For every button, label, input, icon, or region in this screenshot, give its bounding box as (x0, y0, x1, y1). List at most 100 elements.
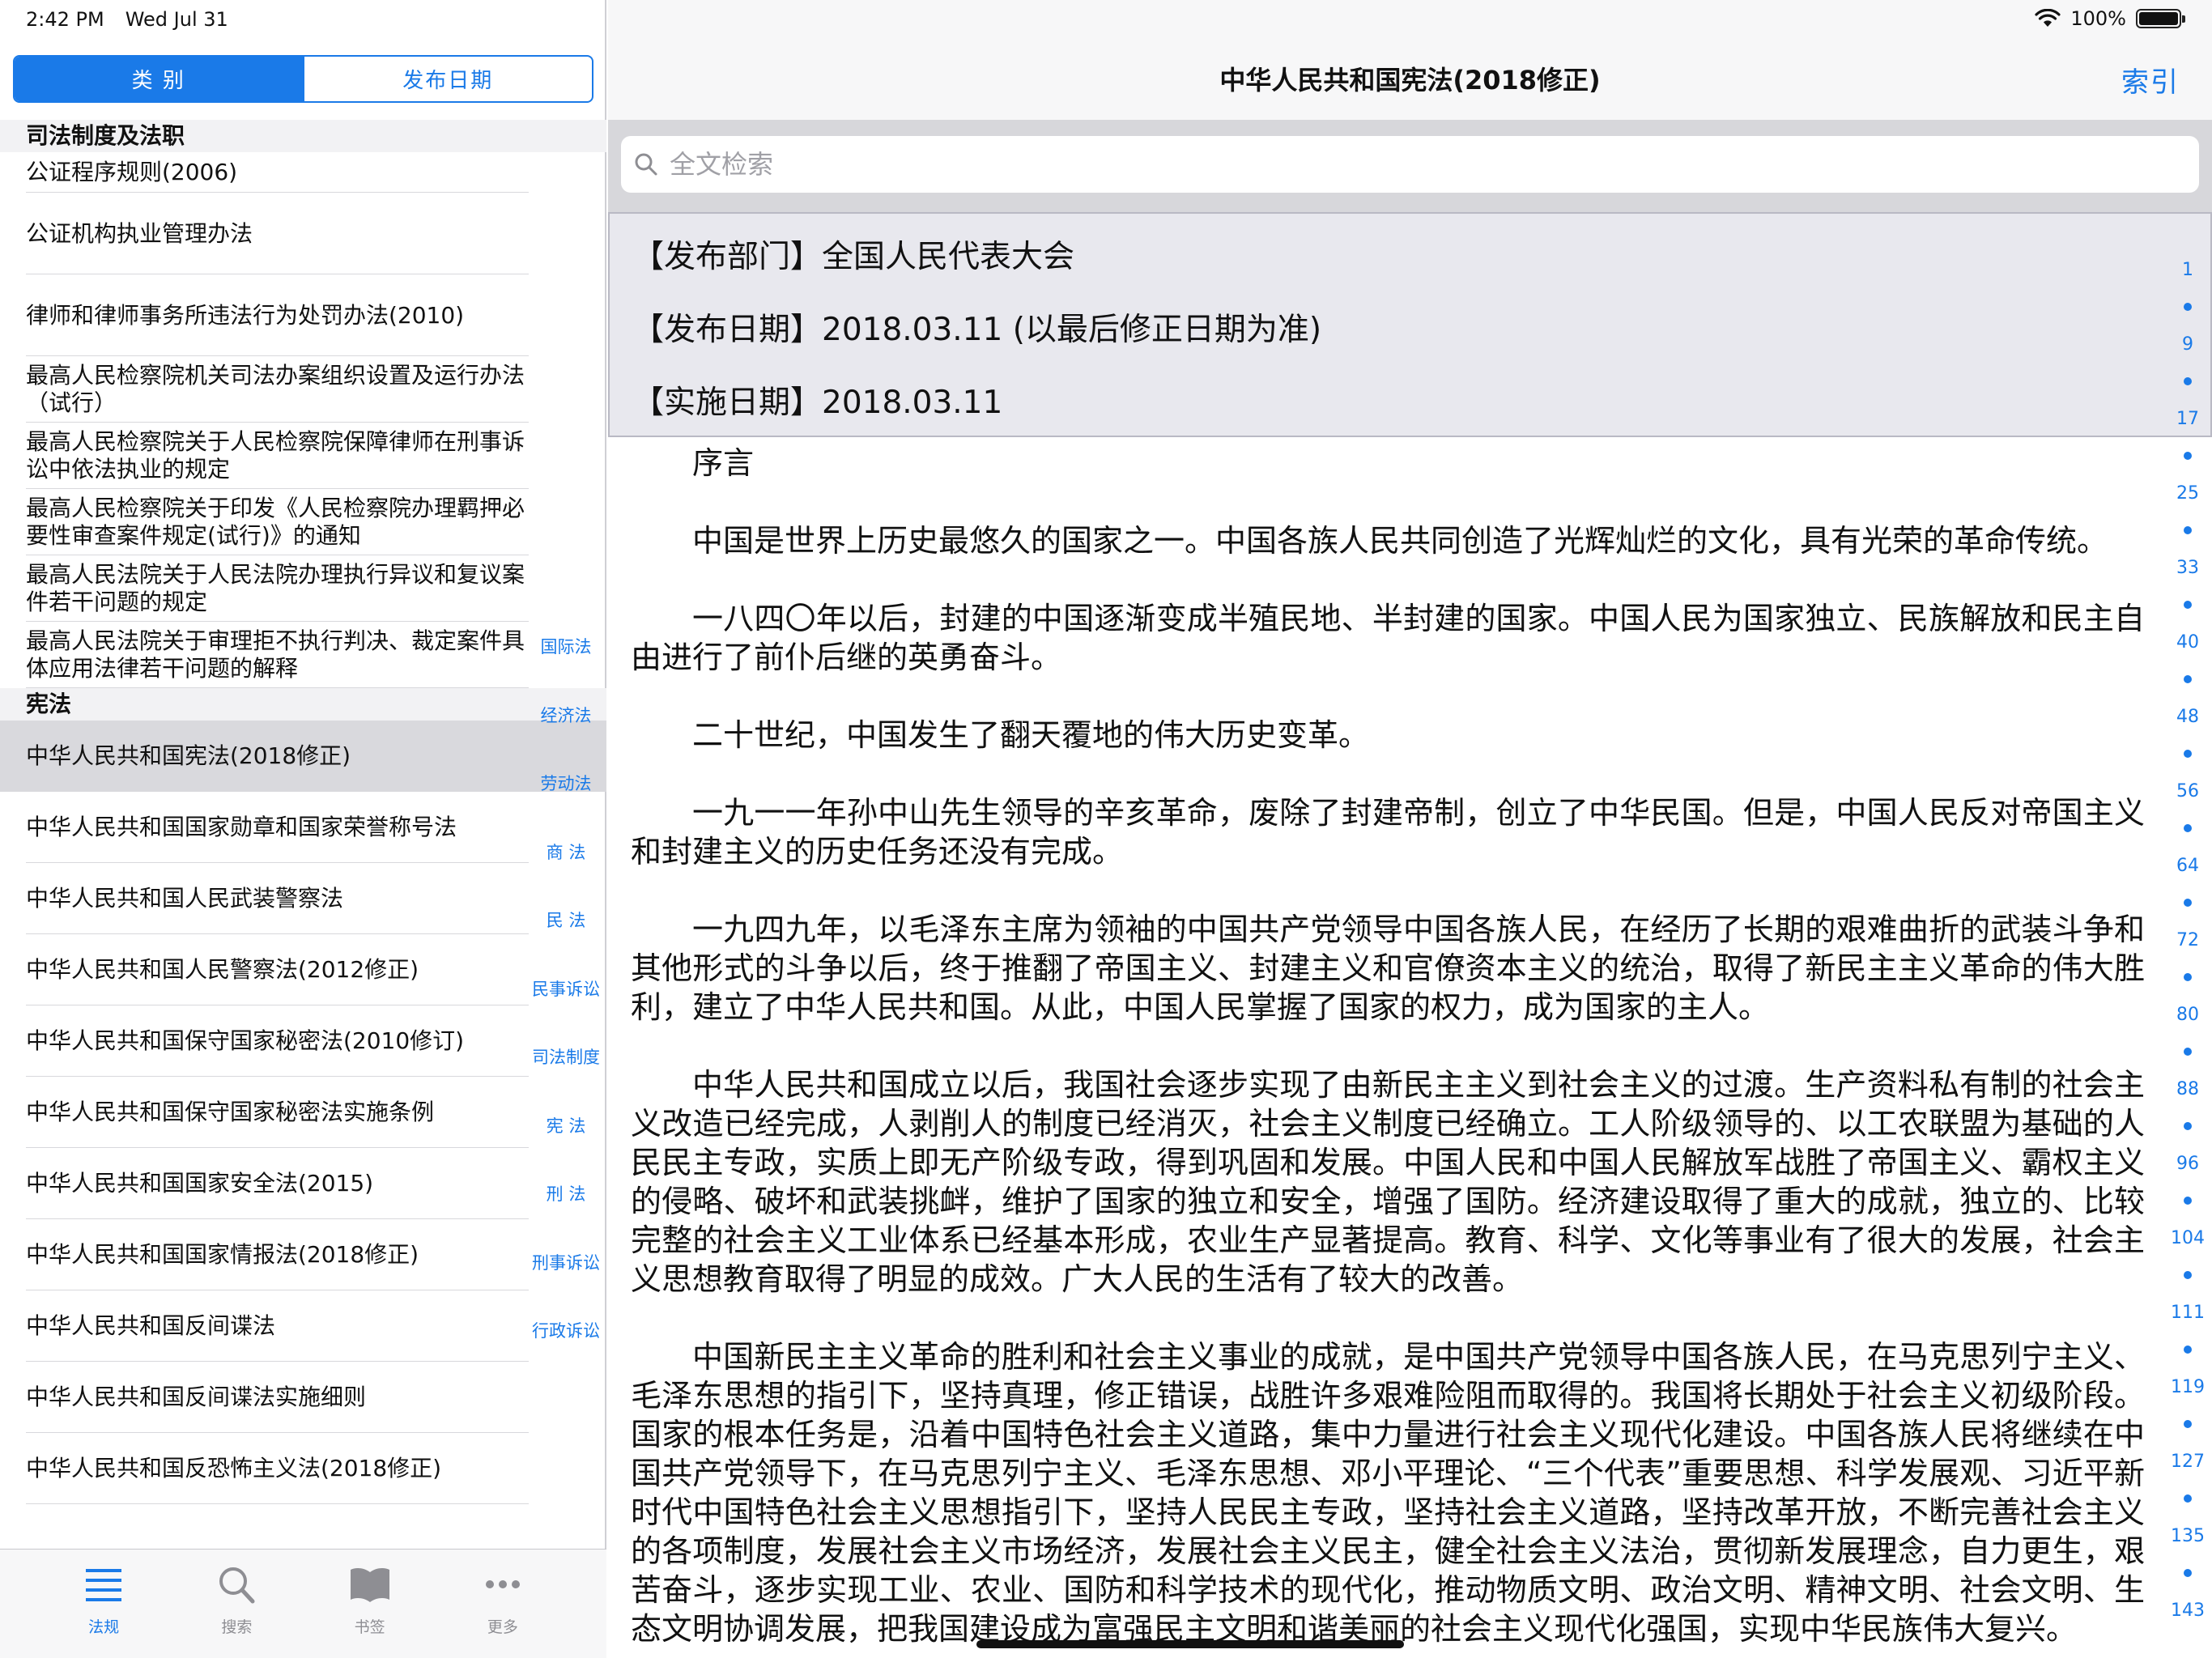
left-pane: 类 别发布日期 司法制度及法职公证程序规则(2006) 公证机构执业管理办法律师和… (0, 0, 606, 1658)
category-index-item[interactable]: 行政诉讼 (532, 1296, 600, 1365)
index-dot (2184, 1256, 2192, 1294)
article-index-item[interactable]: 119 (2171, 1368, 2205, 1405)
article-index-item[interactable]: 127 (2171, 1443, 2205, 1480)
list-item[interactable]: 最高人民检察院机关司法办案组织设置及运行办法（试行） (0, 356, 606, 423)
category-index-item[interactable]: 民 法 (547, 886, 586, 954)
index-dot (2184, 363, 2192, 400)
wifi-icon (2035, 9, 2061, 27)
category-index-item[interactable]: 刑事诉讼 (532, 1228, 600, 1297)
article-index-item[interactable]: 1 (2182, 251, 2193, 288)
category-index-item[interactable]: 民事诉讼 (532, 954, 600, 1023)
category-index-item[interactable]: 司法制度 (532, 1022, 600, 1091)
list-item[interactable]: 中华人民共和国保守国家秘密法(2010修订) (0, 1005, 606, 1077)
article-index-item[interactable]: 80 (2176, 996, 2199, 1033)
list-item[interactable]: 中华人民共和国反间谍法实施细则 (0, 1362, 606, 1433)
list-item[interactable]: 最高人民检察院关于人民检察院保障律师在刑事诉讼中依法执业的规定 (0, 423, 606, 489)
category-index-item[interactable]: 刑 法 (547, 1159, 586, 1228)
paragraph: 一九四九年，以毛泽东主席为领袖的中国共产党领导中国各族人民，在经历了长期的艰难曲… (631, 912, 2145, 1025)
list-item[interactable]: 中华人民共和国反恐怖主义法(2018修正) (0, 1433, 606, 1504)
list-item[interactable]: 中华人民共和国反间谍法 (0, 1290, 606, 1362)
list-item[interactable]: 律师和律师事务所违法行为处罚办法(2010) (0, 274, 606, 356)
article-index-item[interactable]: 143 (2171, 1592, 2205, 1629)
list-item[interactable]: 中华人民共和国国家勋章和国家荣誉称号法 (0, 792, 606, 863)
segment-publish-date[interactable]: 发布日期 (302, 57, 593, 101)
article-index[interactable]: 1 9 17 25 33 40 48 56 64 72 80 88 96 104 111 119 127 135 1… (2163, 251, 2212, 1629)
list-item[interactable]: 公证程序规则(2006) (0, 152, 606, 193)
list-item-title: 最高人民检察院关于印发《人民检察院办理羁押必要性审查案件规定(试行)》的通知 (26, 495, 525, 549)
category-index-item[interactable]: 国际法 (541, 612, 592, 681)
list-item[interactable]: 中华人民共和国人民警察法(2012修正) (0, 934, 606, 1005)
article-index-item[interactable]: 111 (2171, 1294, 2205, 1331)
paragraph: 中华人民共和国成立以后，我国社会逐步实现了由新民主主义到社会主义的过渡。生产资料… (631, 1067, 2145, 1297)
list-item[interactable]: 最高人民检察院关于印发《人民检察院办理羁押必要性审查案件规定(试行)》的通知 (0, 489, 606, 555)
document-body[interactable]: 序言 中国是世界上历史最悠久的国家之一。中国各族人民共同创造了光辉灿烂的文化，具有… (631, 444, 2145, 1658)
battery-icon (2136, 9, 2185, 28)
meta-publish-date: 【发布日期】2018.03.11 (以最后修正日期为准) (632, 312, 1322, 348)
index-dot (2184, 810, 2192, 847)
list-item[interactable]: 中华人民共和国宪法(2018修正) (0, 721, 606, 792)
list-item-title: 中华人民共和国国家安全法(2015) (26, 1170, 374, 1197)
paragraph: 一九一一年孙中山先生领导的辛亥革命，废除了封建帝制，创立了中华民国。但是，中国人… (631, 795, 2145, 869)
article-index-item[interactable]: 48 (2176, 698, 2199, 735)
list-item[interactable]: 最高人民法院关于审理拒不执行判决、裁定案件具体应用法律若干问题的解释 (0, 622, 606, 688)
index-dot (2184, 437, 2192, 474)
list-item-title: 中华人民共和国国家勋章和国家荣誉称号法 (26, 814, 457, 840)
list-item[interactable]: 中华人民共和国国家情报法(2018修正) (0, 1219, 606, 1290)
search-box[interactable] (621, 136, 2199, 193)
article-index-item[interactable]: 40 (2176, 623, 2199, 661)
index-dot (2184, 1182, 2192, 1219)
list-item[interactable]: 公证机构执业管理办法 (0, 193, 606, 274)
list-item-title: 中华人民共和国反间谍法实施细则 (26, 1384, 367, 1410)
index-dot (2184, 1405, 2192, 1443)
article-index-item[interactable]: 56 (2176, 772, 2199, 810)
list-item[interactable]: 中华人民共和国国家安全法(2015) (0, 1148, 606, 1219)
list-item[interactable]: 中华人民共和国人民武装警察法 (0, 863, 606, 934)
list-item-title: 公证机构执业管理办法 (26, 219, 253, 247)
category-index[interactable]: 国际法 经济法 劳动法商 法民 法民事诉讼 司法制度宪 法刑 法刑事诉讼 行政诉讼 (525, 612, 606, 1365)
status-bar: 2:42 PM Wed Jul 31 100% (0, 0, 2212, 39)
index-dot (2184, 1554, 2192, 1592)
list-item-title: 中华人民共和国宪法(2018修正) (26, 742, 351, 769)
index-button[interactable]: 索引 (2121, 60, 2180, 100)
article-index-item[interactable]: 96 (2176, 1145, 2199, 1182)
index-dot (2184, 1480, 2192, 1517)
paragraph: 一八四〇年以后，封建的中国逐渐变成半殖民地、半封建的国家。中国人民为国家独立、民… (631, 601, 2145, 675)
list-item[interactable]: 中华人民共和国保守国家秘密法实施条例 (0, 1077, 606, 1148)
list-item-title: 中华人民共和国人民武装警察法 (26, 885, 344, 912)
section-header: 司法制度及法职 (0, 120, 606, 152)
category-index-item[interactable]: 经济法 (541, 681, 592, 750)
article-index-item[interactable]: 88 (2176, 1070, 2199, 1107)
article-index-item[interactable]: 17 (2176, 400, 2199, 437)
article-index-item[interactable]: 25 (2176, 474, 2199, 512)
category-index-item[interactable]: 劳动法 (541, 749, 592, 818)
article-index-item[interactable]: 33 (2176, 549, 2199, 586)
article-index-item[interactable]: 104 (2171, 1219, 2205, 1256)
search-bar (608, 120, 2212, 212)
list-item-title: 最高人民法院关于人民法院办理执行异议和复议案件若干问题的规定 (26, 561, 525, 615)
tab-bookmarks[interactable]: 书签 (304, 1564, 436, 1658)
tab-label: 法规 (88, 1618, 120, 1636)
list-item-title: 公证程序规则(2006) (26, 159, 238, 185)
article-index-item[interactable]: 72 (2176, 921, 2199, 959)
list-item-title: 中华人民共和国保守国家秘密法实施条例 (26, 1099, 435, 1125)
list-icon (81, 1564, 126, 1615)
article-index-item[interactable]: 135 (2171, 1517, 2205, 1554)
article-index-item[interactable]: 64 (2176, 847, 2199, 884)
category-index-item[interactable]: 商 法 (547, 818, 586, 886)
category-index-item[interactable]: 宪 法 (547, 1091, 586, 1160)
meta-effective-date: 【实施日期】2018.03.11 (632, 385, 1003, 421)
article-index-item[interactable]: 9 (2182, 325, 2193, 363)
list-item[interactable]: 最高人民法院关于人民法院办理执行异议和复议案件若干问题的规定 (0, 555, 606, 622)
paragraph: 二十世纪，中国发生了翻天覆地的伟大历史变革。 (692, 717, 1370, 753)
list-item-title: 中华人民共和国反间谍法 (26, 1312, 276, 1339)
tab-laws[interactable]: 法规 (37, 1564, 170, 1658)
tab-search[interactable]: 搜索 (170, 1564, 303, 1658)
segment-category[interactable]: 类 别 (15, 57, 303, 101)
tab-more[interactable]: 更多 (436, 1564, 569, 1658)
law-list[interactable]: 司法制度及法职公证程序规则(2006) 公证机构执业管理办法律师和律师事务所违法行… (0, 120, 606, 1549)
list-item-title: 最高人民法院关于审理拒不执行判决、裁定案件具体应用法律若干问题的解释 (26, 627, 525, 682)
tab-bar: 法规 搜索 书签 更多 (0, 1549, 606, 1658)
search-input[interactable] (670, 149, 2127, 180)
tab-label: 搜索 (221, 1618, 253, 1636)
battery-percent: 100% (2070, 7, 2126, 30)
